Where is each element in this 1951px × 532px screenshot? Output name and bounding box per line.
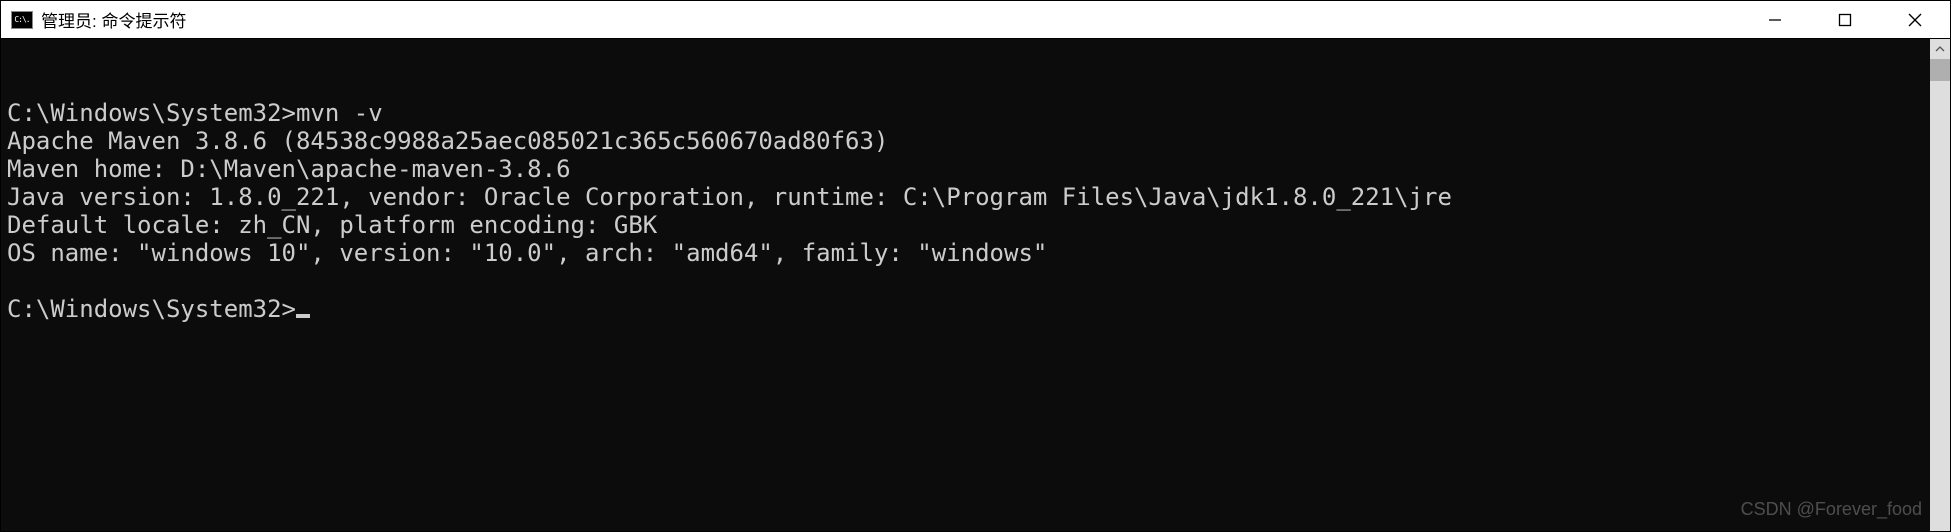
titlebar-left: C:\. 管理员: 命令提示符: [11, 7, 186, 32]
output-line: Default locale: zh_CN, platform encoding…: [7, 211, 657, 239]
terminal-area[interactable]: C:\Windows\System32>mvn -v Apache Maven …: [1, 39, 1950, 531]
cmd-icon: C:\.: [11, 11, 33, 29]
output-line: Java version: 1.8.0_221, vendor: Oracle …: [7, 183, 1452, 211]
window-controls: [1740, 1, 1950, 38]
command-input: mvn -v: [296, 99, 383, 127]
close-button[interactable]: [1880, 1, 1950, 38]
prompt: C:\Windows\System32>: [7, 295, 296, 323]
scroll-up-arrow-icon[interactable]: [1930, 39, 1950, 59]
cursor: [296, 314, 310, 318]
window-title: 管理员: 命令提示符: [41, 7, 186, 32]
minimize-button[interactable]: [1740, 1, 1810, 38]
titlebar[interactable]: C:\. 管理员: 命令提示符: [1, 1, 1950, 39]
terminal-output: C:\Windows\System32>mvn -v Apache Maven …: [7, 99, 1944, 323]
prompt: C:\Windows\System32>: [7, 99, 296, 127]
maximize-button[interactable]: [1810, 1, 1880, 38]
vertical-scrollbar[interactable]: [1930, 39, 1950, 531]
output-line: OS name: "windows 10", version: "10.0", …: [7, 239, 1047, 267]
scroll-thumb[interactable]: [1930, 59, 1950, 81]
command-prompt-window: C:\. 管理员: 命令提示符 C:\Windows\System32>mvn …: [0, 0, 1951, 532]
output-line: Apache Maven 3.8.6 (84538c9988a25aec0850…: [7, 127, 888, 155]
output-line: Maven home: D:\Maven\apache-maven-3.8.6: [7, 155, 571, 183]
watermark: CSDN @Forever_food: [1741, 495, 1922, 523]
